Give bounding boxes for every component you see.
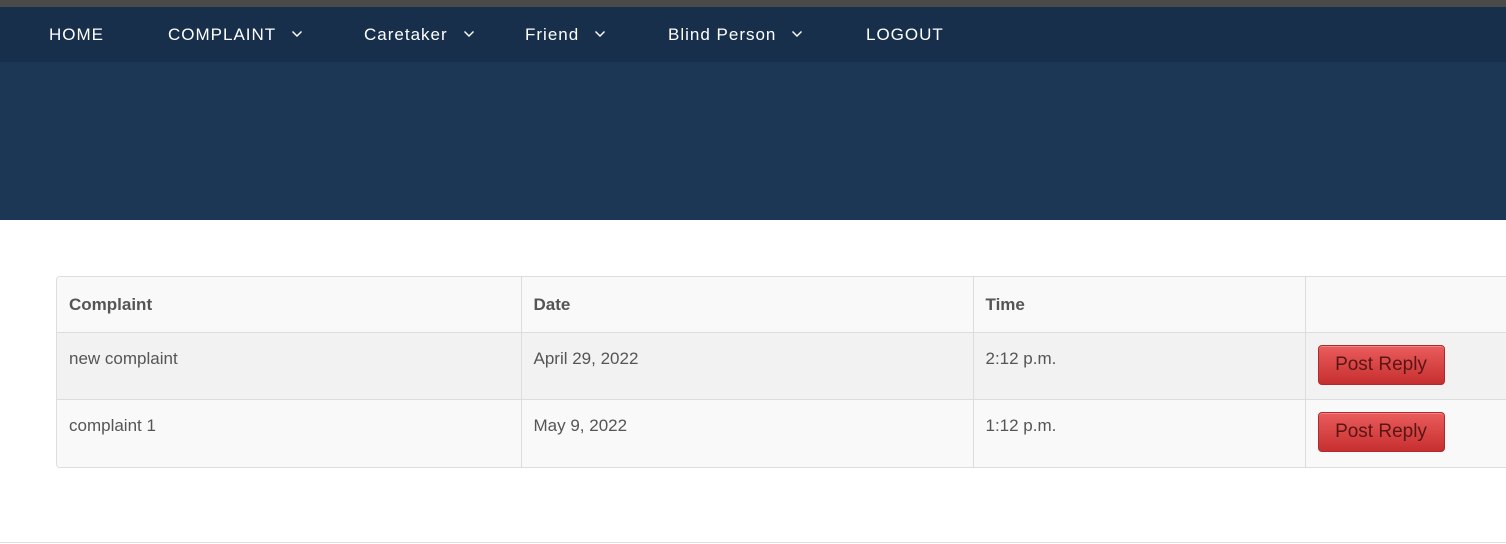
- nav-friend-label: Friend: [525, 24, 580, 44]
- nav-complaint[interactable]: COMPLAINT: [168, 7, 304, 62]
- complaints-table-container: Complaint Date Time new complaint April …: [56, 276, 1506, 468]
- header-complaint: Complaint: [57, 277, 521, 333]
- cell-date: May 9, 2022: [520, 399, 973, 467]
- table-row: new complaint April 29, 2022 2:12 p.m. P…: [57, 332, 1506, 400]
- nav-logout[interactable]: LOGOUT: [866, 7, 944, 62]
- cell-complaint: new complaint: [57, 332, 521, 400]
- table-row: complaint 1 May 9, 2022 1:12 p.m. Post R…: [57, 399, 1506, 467]
- chevron-down-icon: [463, 30, 474, 37]
- chevron-down-icon: [595, 30, 606, 37]
- post-reply-button[interactable]: Post Reply: [1317, 412, 1445, 452]
- nav-home[interactable]: HOME: [49, 7, 104, 62]
- complaints-table: Complaint Date Time new complaint April …: [57, 277, 1506, 467]
- cell-time: 1:12 p.m.: [972, 399, 1305, 467]
- cell-complaint: complaint 1: [57, 399, 521, 467]
- chevron-down-icon: [292, 30, 303, 37]
- cell-time: 2:12 p.m.: [972, 332, 1305, 400]
- nav-caretaker-label: Caretaker: [364, 24, 448, 44]
- cell-date: April 29, 2022: [520, 332, 973, 400]
- header-date: Date: [520, 277, 973, 333]
- cell-action: Post Reply: [1304, 399, 1506, 467]
- table-header-row: Complaint Date Time: [57, 277, 1506, 333]
- header-action: [1304, 277, 1506, 333]
- cell-action: Post Reply: [1304, 332, 1506, 400]
- nav-friend[interactable]: Friend: [525, 7, 607, 62]
- footer-divider: [0, 542, 1506, 543]
- nav-blind-person-label: Blind Person: [668, 24, 777, 44]
- nav-home-label: HOME: [49, 24, 104, 44]
- post-reply-button[interactable]: Post Reply: [1317, 345, 1445, 385]
- nav-caretaker[interactable]: Caretaker: [364, 7, 476, 62]
- nav-blind-person[interactable]: Blind Person: [668, 7, 804, 62]
- nav-complaint-label: COMPLAINT: [168, 24, 277, 44]
- chevron-down-icon: [792, 30, 803, 37]
- header-time: Time: [972, 277, 1305, 333]
- hero-banner: [0, 62, 1506, 220]
- main-navbar: HOME COMPLAINT Caretaker Friend Blind Pe…: [0, 7, 1506, 62]
- nav-logout-label: LOGOUT: [866, 24, 944, 44]
